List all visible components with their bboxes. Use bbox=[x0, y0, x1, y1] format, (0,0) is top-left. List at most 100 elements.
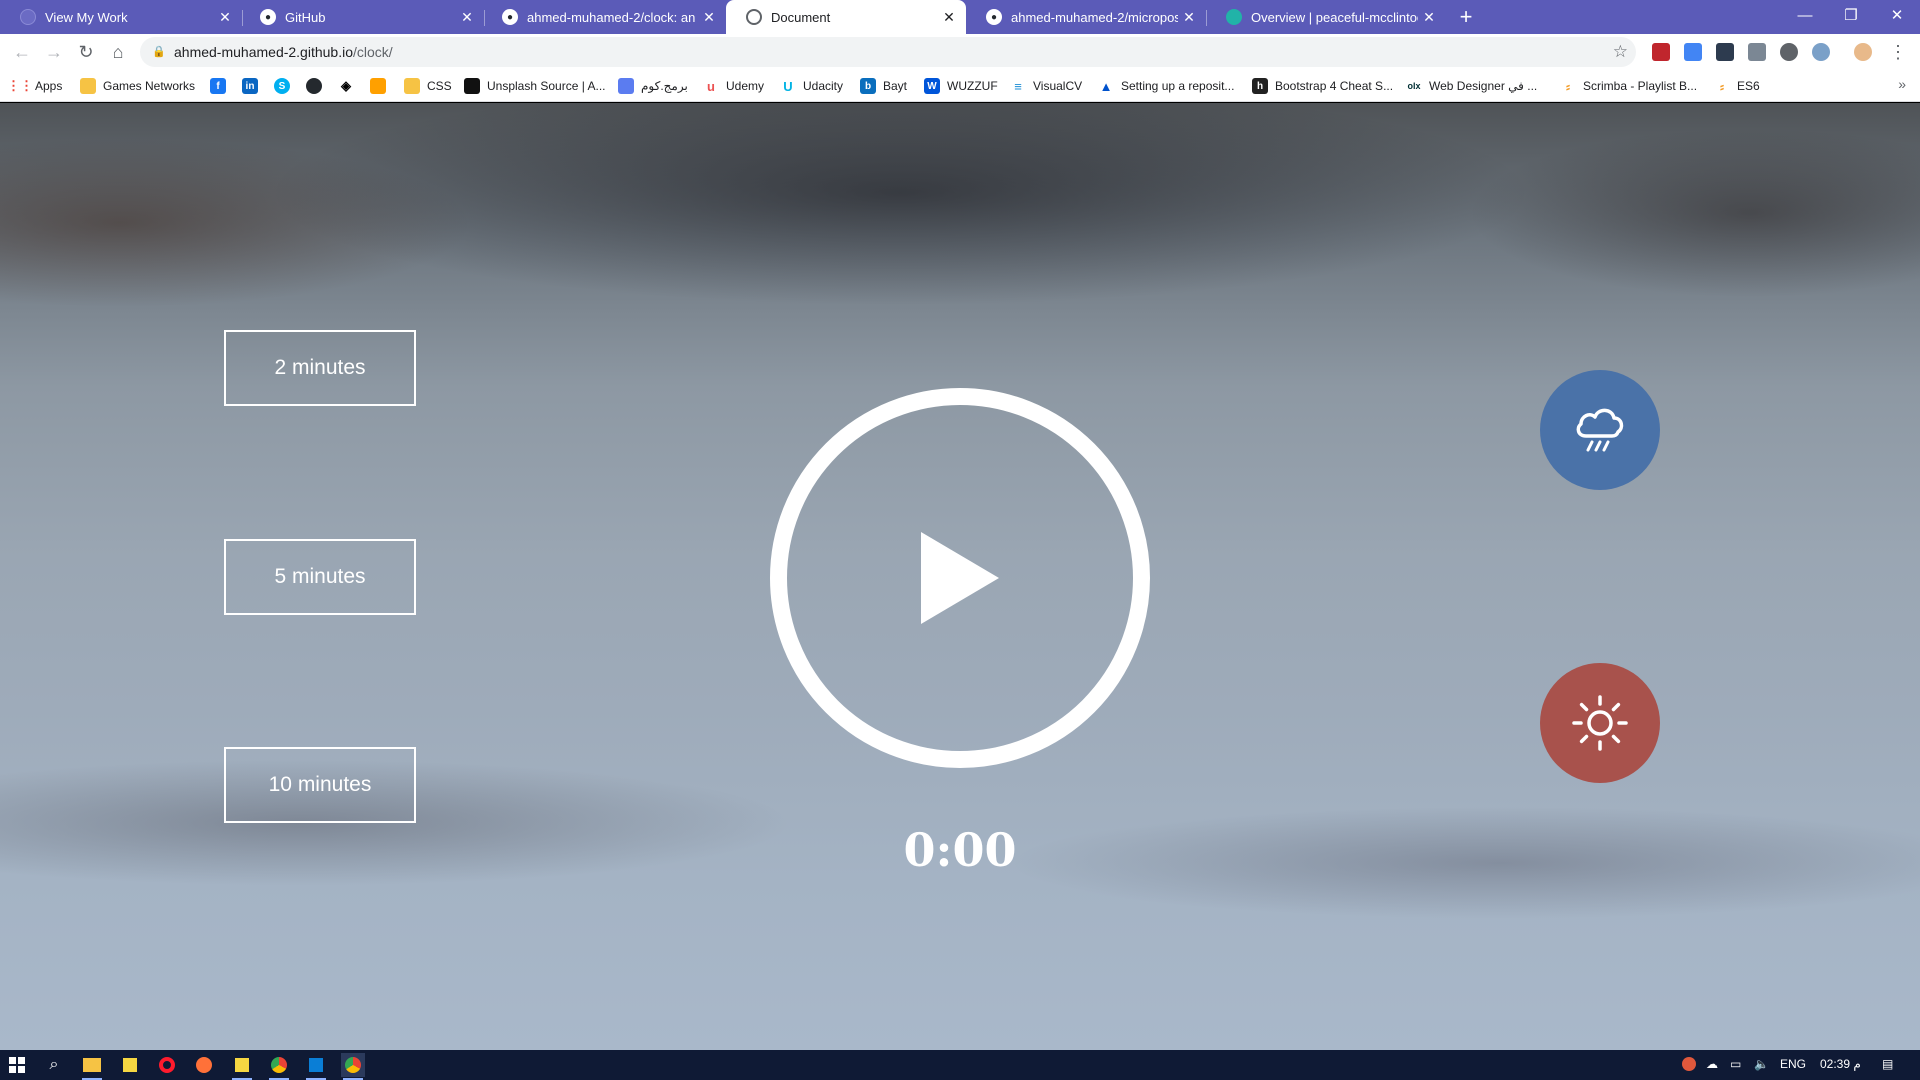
bookmark-label: Web Designer في ... bbox=[1429, 79, 1538, 93]
ublock-extension-icon[interactable] bbox=[1652, 43, 1670, 61]
translate-extension-icon[interactable] bbox=[1684, 43, 1702, 61]
globe-icon bbox=[20, 9, 36, 25]
volume-icon[interactable]: 🔈 bbox=[1754, 1057, 1769, 1071]
tab-title: Overview | peaceful-mcclintock-c bbox=[1251, 9, 1418, 25]
restore-icon[interactable]: ❐ bbox=[1828, 0, 1874, 30]
bookmark-bayt[interactable]: b Bayt bbox=[860, 77, 907, 95]
close-window-icon[interactable]: ✕ bbox=[1874, 0, 1920, 30]
close-tab-icon[interactable]: ✕ bbox=[1178, 9, 1200, 26]
hashnode-icon: h bbox=[1252, 78, 1268, 94]
bookmark-firebase[interactable] bbox=[370, 77, 393, 95]
close-tab-icon[interactable]: ✕ bbox=[698, 9, 720, 26]
tab-title: ahmed-muhamed-2/microposts bbox=[1011, 9, 1178, 25]
search-icon[interactable]: ⌕ bbox=[42, 1053, 66, 1077]
bookmark-star-icon[interactable]: ☆ bbox=[1613, 42, 1628, 62]
chrome-icon[interactable] bbox=[267, 1053, 291, 1080]
forward-arrow-icon[interactable]: → bbox=[40, 38, 68, 66]
bookmark-scrimba[interactable]: ⸗ Scrimba - Playlist B... bbox=[1560, 77, 1697, 95]
bookmark-css[interactable]: CSS bbox=[404, 77, 452, 95]
duration-2-minutes-button[interactable]: 2 minutes bbox=[224, 330, 416, 406]
unsplash-icon bbox=[464, 78, 480, 94]
close-tab-icon[interactable]: ✕ bbox=[938, 9, 960, 26]
barmej-icon bbox=[618, 78, 634, 94]
profile-avatar[interactable] bbox=[1854, 43, 1872, 61]
back-arrow-icon[interactable]: ← bbox=[8, 38, 36, 66]
bookmark-skype[interactable]: S bbox=[274, 77, 297, 95]
tab-document[interactable]: Document ✕ bbox=[726, 0, 966, 34]
bookmark-github[interactable] bbox=[306, 77, 329, 95]
lock-icon: 🔒 bbox=[152, 46, 166, 58]
bookmark-olx[interactable]: olx Web Designer في ... bbox=[1406, 77, 1537, 95]
sticky-notes-icon[interactable] bbox=[230, 1053, 254, 1080]
sun-icon bbox=[1572, 695, 1628, 751]
new-tab-button[interactable]: + bbox=[1452, 4, 1480, 30]
bookmark-es6[interactable]: ⸗ ES6 bbox=[1714, 77, 1760, 95]
eyedropper-extension-icon[interactable] bbox=[1748, 43, 1766, 61]
reload-icon[interactable]: ↻ bbox=[72, 38, 100, 66]
system-clock[interactable]: 02:39 م bbox=[1820, 1057, 1861, 1071]
windows-start-icon[interactable] bbox=[5, 1053, 29, 1077]
bookmark-label: Udemy bbox=[726, 79, 765, 93]
firefox-icon[interactable] bbox=[192, 1053, 216, 1077]
bookmark-label: Bayt bbox=[883, 79, 908, 93]
olx-icon: olx bbox=[1407, 81, 1421, 91]
github-icon: ● bbox=[986, 9, 1002, 25]
minimize-icon[interactable]: — bbox=[1782, 0, 1828, 30]
scrimba-icon: ⸗ bbox=[1565, 78, 1571, 94]
skype-icon: S bbox=[274, 78, 290, 94]
duration-10-minutes-button[interactable]: 10 minutes bbox=[224, 747, 416, 823]
tab-clock-repo[interactable]: ● ahmed-muhamed-2/clock: an rel ✕ bbox=[482, 0, 726, 34]
bookmark-udemy[interactable]: u Udemy bbox=[703, 77, 764, 95]
home-icon[interactable]: ⌂ bbox=[104, 38, 132, 66]
extension-icon[interactable] bbox=[1716, 43, 1734, 61]
bookmark-label: ES6 bbox=[1737, 79, 1760, 93]
apps-grid-icon: ⋮⋮ bbox=[7, 78, 33, 93]
bookmark-games-networks[interactable]: Games Networks bbox=[80, 77, 195, 95]
udacity-icon: U bbox=[783, 78, 793, 94]
bookmark-label: Bootstrap 4 Cheat S... bbox=[1275, 79, 1394, 93]
close-tab-icon[interactable]: ✕ bbox=[1418, 9, 1440, 26]
vscode-icon[interactable] bbox=[304, 1053, 328, 1080]
summer-sound-button[interactable] bbox=[1540, 663, 1660, 783]
bookmark-unsplash[interactable]: Unsplash Source | A... bbox=[464, 77, 606, 95]
sticky-notes-icon[interactable] bbox=[118, 1053, 142, 1077]
network-icon[interactable]: ▭ bbox=[1730, 1057, 1741, 1071]
tab-view-my-work[interactable]: View My Work ✕ bbox=[0, 0, 242, 34]
bookmark-facebook[interactable]: f bbox=[210, 77, 233, 95]
bookmark-linkedin[interactable]: in bbox=[242, 77, 265, 95]
opera-icon[interactable] bbox=[155, 1053, 179, 1077]
close-tab-icon[interactable]: ✕ bbox=[214, 9, 236, 26]
meditation-app: 2 minutes 5 minutes 10 minutes 0:00 bbox=[0, 103, 1920, 1050]
tab-microposts[interactable]: ● ahmed-muhamed-2/microposts ✕ bbox=[966, 0, 1206, 34]
onedrive-icon[interactable]: ☁ bbox=[1706, 1057, 1718, 1071]
address-bar[interactable]: 🔒 ahmed-muhamed-2.github.io/clock/ ☆ bbox=[140, 37, 1636, 67]
bookmark-barmej[interactable]: برمج.كوم bbox=[618, 77, 688, 95]
rain-sound-button[interactable] bbox=[1540, 370, 1660, 490]
more-bookmarks-icon[interactable]: » bbox=[1898, 76, 1906, 92]
tab-netlify-overview[interactable]: Overview | peaceful-mcclintock-c ✕ bbox=[1206, 0, 1446, 34]
close-tab-icon[interactable]: ✕ bbox=[456, 9, 478, 26]
bookmark-codepen[interactable]: ◈ bbox=[338, 77, 361, 95]
duration-5-minutes-button[interactable]: 5 minutes bbox=[224, 539, 416, 615]
bookmark-wuzzuf[interactable]: W WUZZUF bbox=[924, 77, 998, 95]
bookmark-label: Setting up a reposit... bbox=[1121, 79, 1235, 93]
notification-app-icon[interactable] bbox=[1682, 1057, 1696, 1071]
bookmark-udacity[interactable]: U Udacity bbox=[780, 77, 843, 95]
bayt-icon: b bbox=[860, 78, 876, 94]
dark-mode-extension-icon[interactable] bbox=[1780, 43, 1798, 61]
bookmark-visualcv[interactable]: ≡ VisualCV bbox=[1010, 77, 1082, 95]
play-icon[interactable] bbox=[921, 532, 999, 624]
tab-github[interactable]: ● GitHub ✕ bbox=[240, 0, 484, 34]
bookmark-atlassian[interactable]: ▲ Setting up a reposit... bbox=[1098, 77, 1235, 95]
codepen-icon: ◈ bbox=[341, 78, 351, 93]
menu-kebab-icon[interactable]: ⋮ bbox=[1884, 38, 1912, 66]
bookmark-apps[interactable]: ⋮⋮ Apps bbox=[7, 77, 62, 95]
action-center-icon[interactable]: ▤ bbox=[1882, 1057, 1893, 1071]
url-path: /clock/ bbox=[353, 44, 393, 60]
language-indicator[interactable]: ENG bbox=[1780, 1057, 1806, 1071]
cloud-rain-icon bbox=[1576, 408, 1624, 452]
file-explorer-icon[interactable] bbox=[80, 1053, 104, 1080]
extension-icon[interactable] bbox=[1812, 43, 1830, 61]
bookmark-bootstrap-cheat[interactable]: h Bootstrap 4 Cheat S... bbox=[1252, 77, 1393, 95]
chrome-icon[interactable] bbox=[341, 1053, 365, 1080]
